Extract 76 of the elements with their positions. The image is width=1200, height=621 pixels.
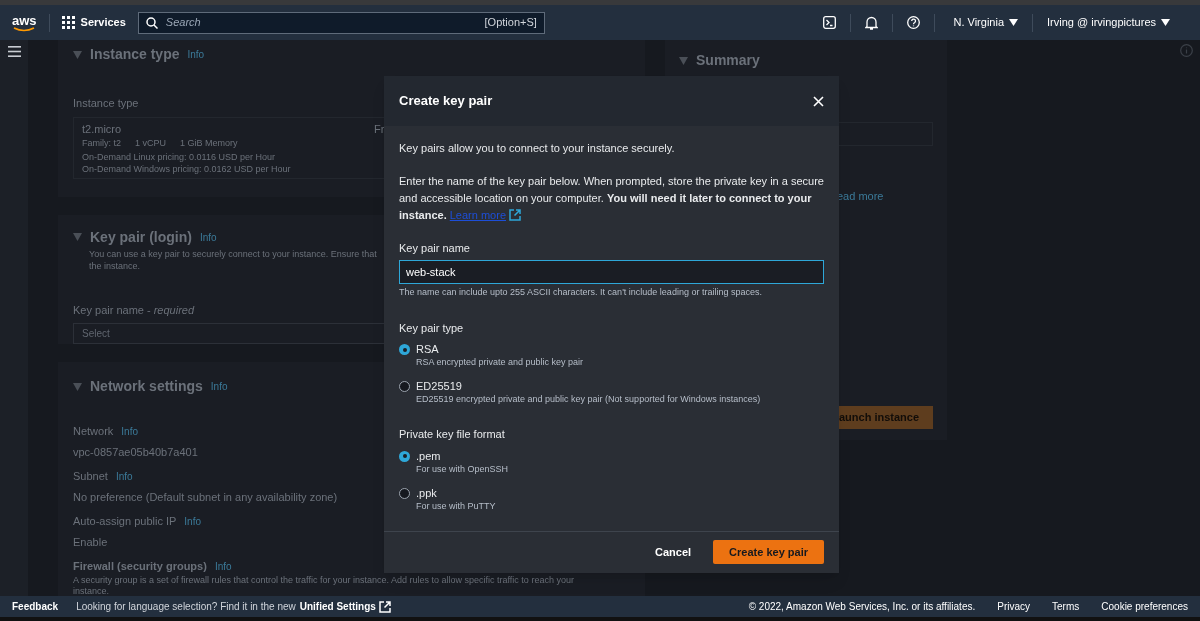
radio-description: For use with PuTTY xyxy=(416,499,496,513)
section-description: A security group is a set of firewall rules that control the traffic for your instance. Add rules to allow specific traffic to reach your xyxy=(73,574,574,586)
section-title: Network settings xyxy=(90,377,203,396)
caret-icon xyxy=(1009,19,1018,26)
section-title: Instance type xyxy=(90,45,180,64)
radio-group-label: Private key file format xyxy=(399,427,506,442)
free-tier-label: Fr xyxy=(374,121,385,137)
language-notice: Looking for language selection? Find it in the new xyxy=(76,600,296,614)
info-link[interactable]: Info xyxy=(121,423,139,439)
section-description: instance. xyxy=(73,585,110,596)
field-hint: The name can include upto 255 ASCII characters. It can't include leading or trailing spaces. xyxy=(399,286,763,299)
info-link[interactable]: Info xyxy=(199,229,217,245)
radio-button[interactable] xyxy=(399,450,410,462)
key-pair-name-input[interactable]: web-stack xyxy=(399,260,824,284)
shortcut-hint: [Option+S] xyxy=(484,15,537,31)
info-link[interactable]: Info xyxy=(115,468,133,484)
info-link[interactable]: Info xyxy=(187,47,205,62)
field-label: Firewall (security groups) xyxy=(73,559,207,574)
help-icon[interactable] xyxy=(907,16,921,29)
copyright-text: © 2022, Amazon Web Services, Inc. or its affiliates. xyxy=(748,600,976,614)
grid-icon xyxy=(61,16,75,29)
info-link[interactable]: Info xyxy=(214,558,232,574)
footer-link[interactable]: Privacy xyxy=(997,599,1031,614)
search-input[interactable]: Search xyxy=(165,14,485,31)
info-link[interactable]: Info xyxy=(184,513,202,529)
field-label: Key pair name - required xyxy=(73,302,195,318)
external-link-icon xyxy=(509,209,521,221)
info-link[interactable]: Info xyxy=(210,379,228,394)
section-title: Key pair (login) xyxy=(90,227,192,247)
dialog-title: Create key pair xyxy=(399,92,493,111)
radio-label: .pem xyxy=(416,448,442,463)
instance-spec: Family: t2 xyxy=(82,137,121,150)
field-label: Network xyxy=(73,424,114,439)
cancel-button[interactable]: Cancel xyxy=(643,540,704,564)
external-link-icon xyxy=(378,600,391,613)
field-value: No preference (Default subnet in any availability zone) xyxy=(73,489,338,505)
bell-icon[interactable] xyxy=(865,15,879,30)
radio-button[interactable] xyxy=(399,381,410,392)
radio-label: RSA xyxy=(416,342,440,356)
menu-icon[interactable] xyxy=(7,46,21,57)
radio-description: RSA encrypted private and public key pair xyxy=(416,356,584,369)
search-field[interactable]: Search [Option+S] xyxy=(137,11,545,34)
account-menu[interactable]: Irving @ irvingpictures xyxy=(1047,14,1170,31)
radio-button[interactable] xyxy=(399,344,410,355)
terminal-icon[interactable] xyxy=(823,16,837,29)
field-label: Auto-assign public IP xyxy=(73,514,177,529)
section-description: the instance. xyxy=(89,259,141,272)
pricing-text: On-Demand Linux pricing: 0.0116 USD per Hour xyxy=(82,150,275,163)
instance-name: t2.micro xyxy=(82,121,122,137)
field-label: Key pair name xyxy=(399,240,471,256)
aws-logo[interactable]: aws xyxy=(12,13,37,32)
field-value: Enable xyxy=(73,534,108,550)
pricing-text: On-Demand Windows pricing: 0.0162 USD per Hour xyxy=(82,162,291,175)
services-button[interactable]: Services xyxy=(61,14,126,31)
radio-description: ED25519 encrypted private and public key pair (Not supported for Windows instances) xyxy=(416,393,761,406)
caret-icon xyxy=(1161,19,1170,26)
radio-group-label: Key pair type xyxy=(399,320,465,336)
unified-settings-link[interactable]: Unified Settings xyxy=(299,599,391,614)
region-menu[interactable]: N. Virginia xyxy=(953,14,1018,31)
footer-link[interactable]: Cookie preferences xyxy=(1101,599,1188,614)
radio-button[interactable] xyxy=(399,487,410,499)
section-title: Summary xyxy=(696,51,760,70)
section-description: You can use a key pair to securely connect to your instance. Ensure that xyxy=(89,247,377,260)
create-key-pair-button[interactable]: Create key pair xyxy=(713,540,824,564)
field-label: Instance type xyxy=(73,96,139,111)
radio-description: For use with OpenSSH xyxy=(416,462,509,476)
field-label: Subnet xyxy=(73,469,108,484)
instance-spec: 1 vCPU xyxy=(135,137,167,150)
instance-spec: 1 GiB Memory xyxy=(180,137,238,150)
close-icon[interactable] xyxy=(813,95,824,107)
field-value: vpc-0857ae05b40b7a401 xyxy=(73,444,198,460)
radio-label: ED25519 xyxy=(416,379,463,393)
footer-link[interactable]: Terms xyxy=(1052,599,1080,614)
search-icon xyxy=(145,16,158,29)
feedback-link[interactable]: Feedback xyxy=(12,599,59,614)
radio-label: .ppk xyxy=(416,485,438,500)
